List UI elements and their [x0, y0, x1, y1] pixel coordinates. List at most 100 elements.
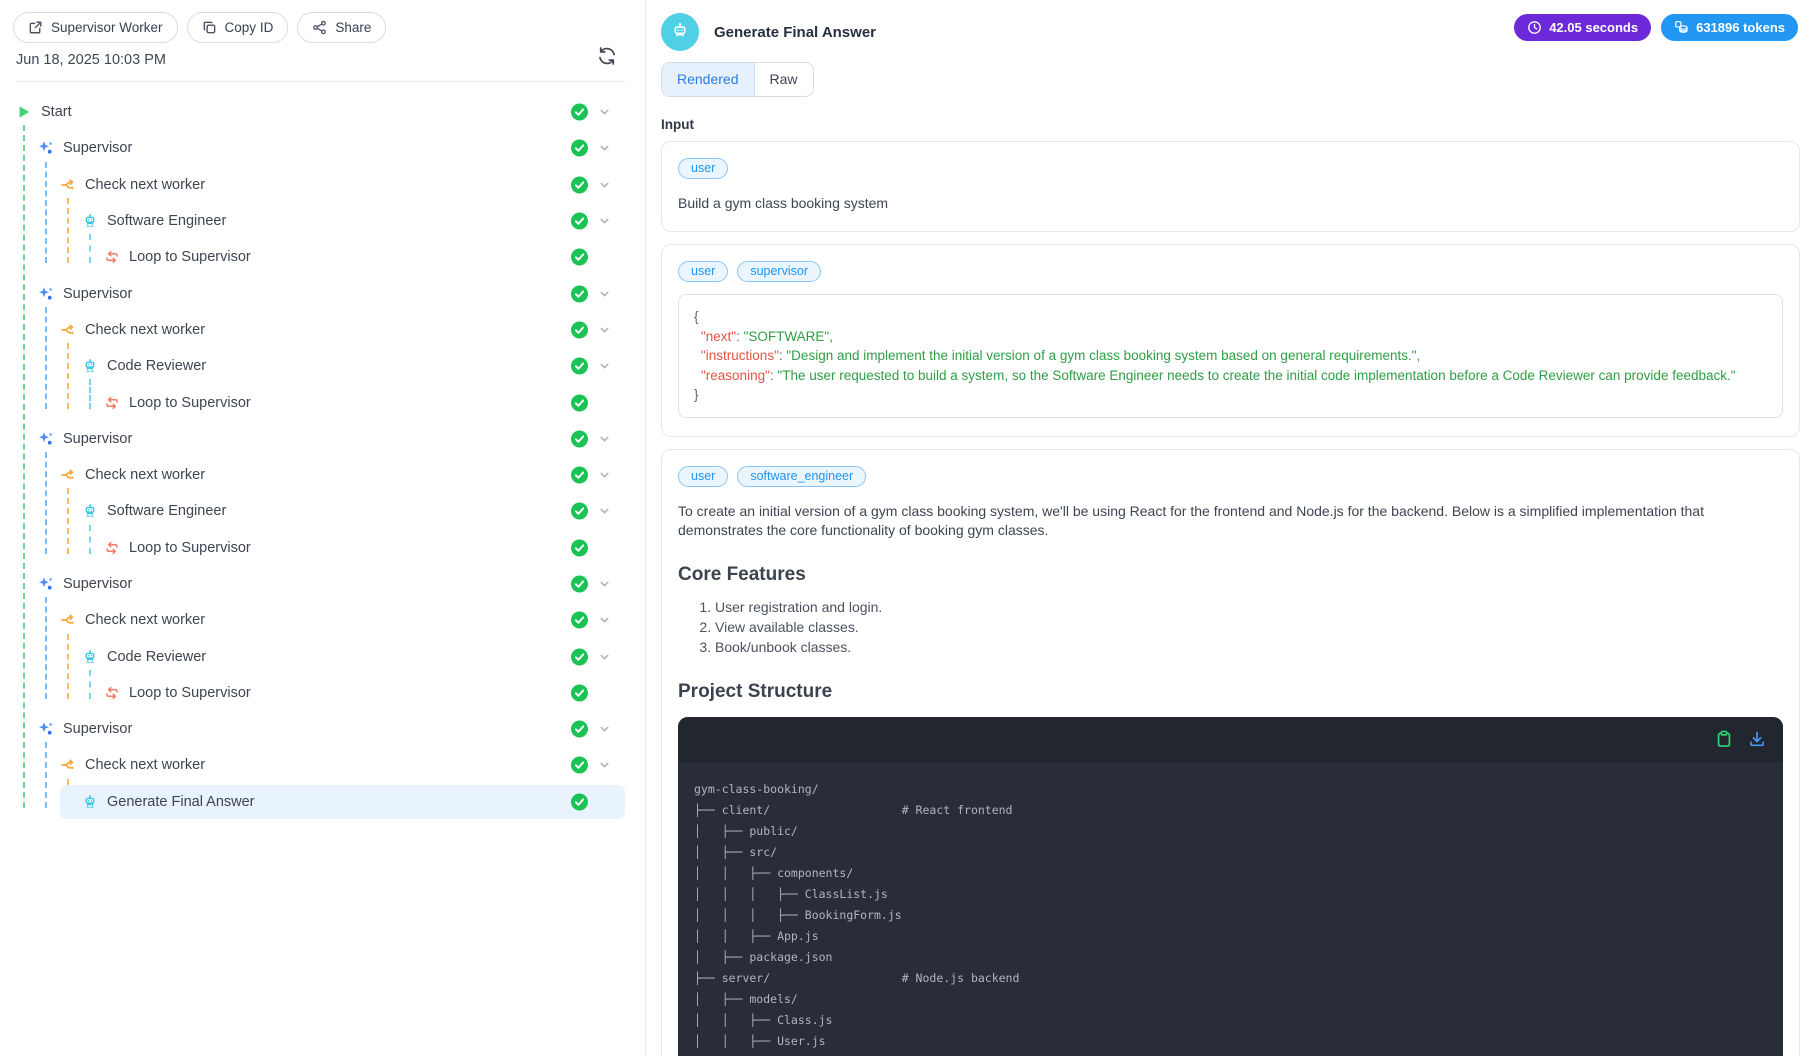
tree-node[interactable]: Check next worker — [0, 747, 645, 783]
tree-node-label: Supervisor — [63, 721, 133, 738]
chevron-down-icon[interactable] — [597, 177, 612, 192]
chevron-down-icon[interactable] — [597, 613, 612, 628]
tree-node[interactable]: Start — [0, 94, 645, 130]
chevron-down-icon[interactable] — [597, 431, 612, 446]
share-button[interactable]: Share — [297, 12, 387, 43]
tab-rendered[interactable]: Rendered — [662, 63, 754, 96]
tree-node[interactable]: Supervisor — [0, 130, 645, 166]
role-badge: supervisor — [737, 261, 821, 282]
role-badges: user supervisor — [678, 261, 1783, 282]
tree-node[interactable]: Supervisor — [0, 566, 645, 602]
success-check-icon — [571, 357, 588, 375]
tree-node-label: Generate Final Answer — [107, 793, 255, 810]
clock-icon — [1527, 20, 1542, 35]
toolbar-button-label: Supervisor Worker — [51, 20, 163, 35]
tree-node[interactable]: Code Reviewer — [0, 348, 645, 384]
tree-node[interactable]: Generate Final Answer — [0, 784, 645, 820]
success-check-icon — [571, 139, 588, 157]
chevron-down-icon[interactable] — [597, 468, 612, 483]
success-check-icon — [571, 684, 588, 702]
json-entry: "instructions": "Design and implement th… — [694, 346, 1767, 366]
tree-connector — [45, 597, 47, 700]
share-icon — [312, 20, 327, 35]
chevron-down-icon[interactable] — [597, 141, 612, 156]
branch-icon — [60, 612, 76, 628]
code-block: gym-class-booking/ ├── client/ # React f… — [678, 716, 1783, 1056]
success-check-icon — [571, 321, 588, 339]
tree-node[interactable]: Loop to Supervisor — [0, 675, 645, 711]
duration-badge: 42.05 seconds — [1514, 14, 1652, 41]
robot-icon — [82, 358, 98, 374]
tree-connector — [45, 452, 47, 554]
role-badges: user — [678, 158, 1783, 179]
tree-node[interactable]: Check next worker — [0, 602, 645, 638]
run-tree: Start Supervisor Check next worker Software… — [0, 94, 645, 820]
chevron-down-icon[interactable] — [597, 214, 612, 229]
message-card: user Build a gym class booking system — [661, 141, 1800, 232]
chevron-down-icon[interactable] — [597, 577, 612, 592]
tree-node[interactable]: Loop to Supervisor — [0, 530, 645, 566]
chevron-down-icon[interactable] — [597, 504, 612, 519]
loop-icon — [104, 685, 120, 701]
success-check-icon — [571, 103, 588, 121]
tree-node-label: Supervisor — [63, 285, 133, 302]
chevron-down-icon[interactable] — [597, 286, 612, 301]
chevron-down-icon[interactable] — [597, 322, 612, 337]
input-section-label: Input — [661, 117, 694, 132]
json-key: "reasoning" — [701, 367, 770, 383]
role-badges: user software_engineer — [678, 465, 1783, 487]
role-badge: user — [678, 261, 729, 282]
json-separator: : — [736, 328, 744, 344]
tree-node-label: Loop to Supervisor — [129, 249, 251, 266]
download-icon[interactable] — [1748, 730, 1766, 748]
code-toolbar — [678, 716, 1783, 762]
list-item: User registration and login. — [715, 598, 1783, 617]
tree-node[interactable]: Loop to Supervisor — [0, 239, 645, 275]
clipboard-copy-icon[interactable] — [1715, 730, 1733, 748]
tree-node[interactable]: Software Engineer — [0, 493, 645, 529]
chevron-down-icon[interactable] — [597, 359, 612, 374]
role-badge: user — [678, 465, 729, 487]
copy-id-button[interactable]: Copy ID — [186, 12, 289, 43]
tree-node[interactable]: Check next worker — [0, 167, 645, 203]
tree-node-label: Loop to Supervisor — [129, 684, 251, 701]
robot-icon — [82, 794, 98, 810]
tree-node[interactable]: Software Engineer — [0, 203, 645, 239]
branch-icon — [60, 322, 76, 338]
tree-connector — [89, 669, 91, 700]
tree-connector — [45, 742, 47, 808]
tab-raw[interactable]: Raw — [753, 63, 813, 96]
duration-value: 42.05 seconds — [1549, 20, 1639, 35]
tree-connector — [89, 379, 91, 409]
tree-connector — [67, 343, 69, 409]
supervisor-worker-button[interactable]: Supervisor Worker — [13, 12, 178, 43]
chevron-down-icon[interactable] — [597, 105, 612, 120]
tree-node[interactable]: Check next worker — [0, 457, 645, 493]
success-check-icon — [571, 648, 588, 666]
refresh-button[interactable] — [596, 45, 618, 67]
tree-connector — [67, 488, 69, 554]
tree-node[interactable]: Check next worker — [0, 312, 645, 348]
tree-connector — [67, 197, 69, 264]
section-heading: Core Features — [678, 563, 806, 585]
chevron-down-icon[interactable] — [597, 649, 612, 664]
success-check-icon — [571, 248, 588, 266]
tree-node[interactable]: Supervisor — [0, 711, 645, 747]
message-card: user supervisor{"next": "SOFTWARE", "instr… — [661, 244, 1800, 437]
message-text: To create an initial version of a gym cl… — [678, 502, 1704, 538]
tree-node-label: Software Engineer — [107, 213, 227, 230]
loop-icon — [104, 540, 120, 556]
chevron-down-icon[interactable] — [597, 758, 612, 773]
tree-node[interactable]: Code Reviewer — [0, 638, 645, 674]
chevron-down-icon[interactable] — [597, 722, 612, 737]
success-check-icon — [571, 720, 588, 738]
tree-node[interactable]: Supervisor — [0, 421, 645, 457]
tree-node-label: Loop to Supervisor — [129, 539, 251, 556]
tree-node[interactable]: Loop to Supervisor — [0, 384, 645, 420]
tree-connector — [45, 306, 47, 409]
branch-icon — [60, 467, 76, 483]
sidebar: Supervisor Worker Copy ID Share Jun 18, … — [0, 0, 646, 1056]
divider — [16, 81, 625, 82]
tree-node[interactable]: Supervisor — [0, 275, 645, 311]
json-open-brace: { — [694, 309, 699, 324]
